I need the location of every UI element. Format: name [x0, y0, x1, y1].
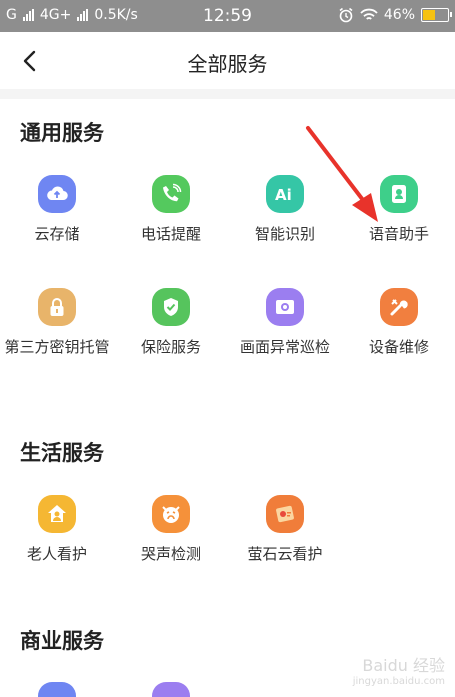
service-elder-care[interactable]: 老人看护 — [0, 495, 114, 564]
service-ezviz-cloud-care[interactable]: 萤石云看护 — [228, 495, 342, 564]
voice-assistant-icon — [380, 175, 418, 213]
cloud-care-icon — [266, 495, 304, 533]
service-label: 萤石云看护 — [247, 545, 323, 563]
service-insurance[interactable]: 保险服务 — [114, 288, 228, 357]
ai-icon: Ai — [266, 175, 304, 213]
service-label: 哭声检测 — [140, 545, 201, 563]
service-smart-recognition[interactable]: Ai 智能识别 — [228, 175, 342, 244]
service-business-2[interactable] — [114, 682, 228, 697]
alarm-icon — [339, 7, 353, 23]
service-label: 保险服务 — [140, 338, 201, 356]
service-voice-assistant[interactable]: 语音助手 — [342, 175, 455, 244]
wrench-icon — [380, 288, 418, 326]
battery-icon — [421, 8, 452, 22]
wifi-icon — [360, 8, 378, 20]
service-business-1[interactable] — [0, 682, 114, 697]
baidu-watermark: Baidu 经验 jingyan.baidu.com — [353, 652, 445, 687]
status-bar: G 4G+ 0.5K/s 12:59 46% — [0, 0, 455, 32]
camera-frame-icon — [266, 288, 304, 326]
service-anomaly-patrol[interactable]: 画面异常巡检 — [228, 288, 342, 357]
service-phone-reminder[interactable]: 电话提醒 — [114, 175, 228, 244]
crying-face-icon — [152, 495, 190, 533]
service-label: 第三方密钥托管 — [4, 338, 110, 356]
service-cloud-storage[interactable]: 云存储 — [0, 175, 114, 244]
service-cry-detection[interactable]: 哭声检测 — [114, 495, 228, 564]
service-label: 语音助手 — [368, 225, 429, 243]
svg-text:Ai: Ai — [275, 186, 292, 204]
section-title-business: 商业服务 — [20, 629, 104, 653]
business-icon-1 — [38, 682, 76, 697]
watermark-url: jingyan.baidu.com — [352, 676, 445, 687]
page-title: 全部服务 — [187, 52, 268, 76]
service-label: 电话提醒 — [140, 225, 201, 243]
cloud-upload-icon — [38, 175, 76, 213]
battery-percent: 46% — [383, 7, 415, 23]
section-title-general: 通用服务 — [20, 121, 104, 145]
service-label: 画面异常巡检 — [239, 338, 330, 356]
section-title-life: 生活服务 — [20, 441, 104, 465]
business-icon-2 — [152, 682, 190, 697]
title-bar: 全部服务 — [0, 32, 455, 99]
service-device-repair[interactable]: 设备维修 — [342, 288, 455, 357]
watermark-text: Baidu 经验 — [362, 656, 445, 675]
service-key-escrow[interactable]: 第三方密钥托管 — [0, 288, 114, 357]
elder-care-icon — [38, 495, 76, 533]
status-right: 46% — [338, 7, 452, 23]
service-label: 云存储 — [34, 225, 80, 243]
service-label: 设备维修 — [368, 338, 429, 356]
phone-icon — [152, 175, 190, 213]
service-label: 老人看护 — [26, 545, 87, 563]
shield-icon — [152, 288, 190, 326]
lock-icon — [38, 288, 76, 326]
service-label: 智能识别 — [254, 225, 315, 243]
